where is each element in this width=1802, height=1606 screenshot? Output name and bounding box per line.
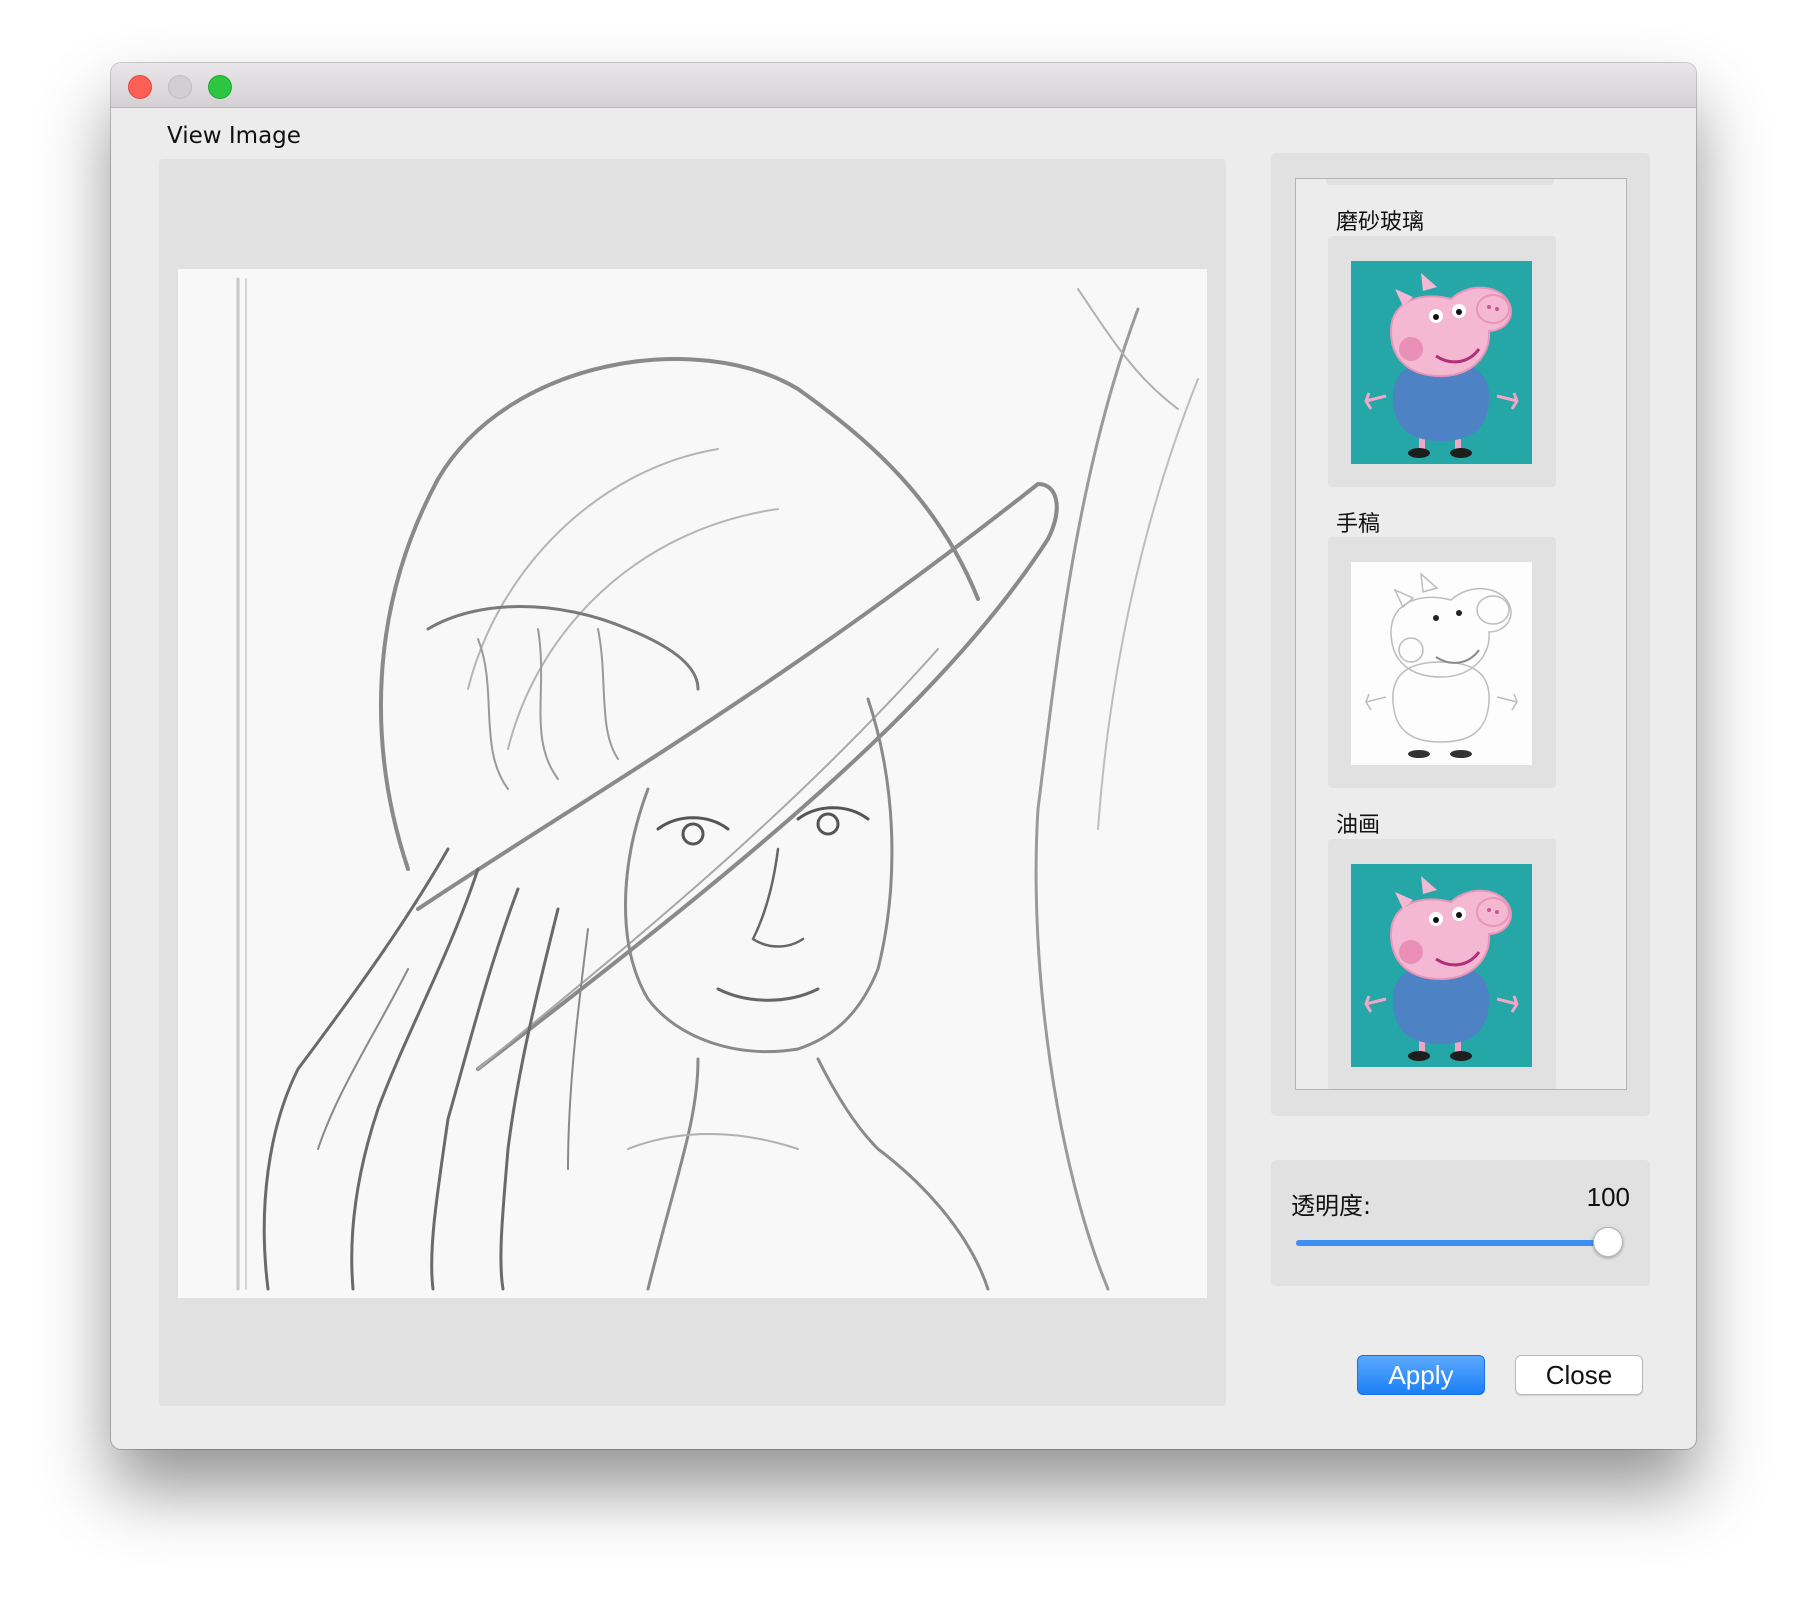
previous-card-edge [1326, 179, 1554, 185]
close-icon[interactable] [128, 75, 152, 99]
effects-gallery: 磨砂玻璃 手稿 油画 [1271, 153, 1650, 1116]
opacity-value: 100 [1586, 1182, 1630, 1212]
title-bar[interactable] [111, 63, 1696, 108]
effect-label-frosted-glass: 磨砂玻璃 [1336, 210, 1425, 235]
effect-card-frosted-glass[interactable] [1328, 236, 1556, 487]
opacity-slider-thumb[interactable] [1593, 1227, 1623, 1257]
effect-label-sketch: 手稿 [1336, 512, 1381, 537]
view-image-label: View Image [167, 123, 301, 149]
opacity-slider-fill [1296, 1240, 1608, 1246]
effects-scroll-area[interactable]: 磨砂玻璃 手稿 油画 [1295, 178, 1627, 1090]
apply-button[interactable]: Apply [1357, 1355, 1485, 1395]
effect-card-oil-painting[interactable] [1328, 839, 1556, 1089]
zoom-icon[interactable] [208, 75, 232, 99]
opacity-slider[interactable] [1296, 1227, 1623, 1257]
opacity-panel: 透明度: 100 [1271, 1160, 1650, 1286]
image-view-pane [159, 159, 1226, 1406]
oil-painting-pig-thumbnail [1351, 864, 1532, 1067]
sketch-pig-thumbnail [1351, 562, 1532, 765]
minimize-icon[interactable] [168, 75, 192, 99]
opacity-label: 透明度: [1291, 1192, 1372, 1220]
effects-window: View Image 磨砂玻璃 手稿 油画 透明度: 100 Apply Clo… [111, 63, 1696, 1449]
effect-label-oil-painting: 油画 [1336, 813, 1381, 838]
close-button[interactable]: Close [1515, 1355, 1643, 1395]
frosted-glass-pig-thumbnail [1351, 261, 1532, 464]
sketch-portrait-image [178, 269, 1207, 1298]
effect-card-sketch[interactable] [1328, 537, 1556, 788]
